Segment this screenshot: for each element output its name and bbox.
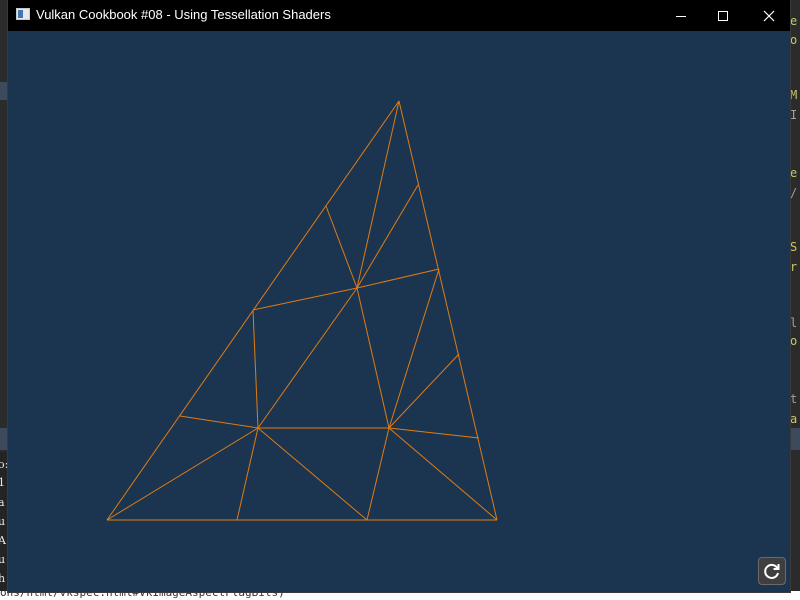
- background-status-text: ons/html/vkspec.html#VkImageAspectFlagBi…: [0, 591, 285, 599]
- background-editor-right: e o M I e / S r l o t a: [790, 0, 800, 600]
- background-text: t: [790, 392, 798, 406]
- background-text: /: [790, 186, 798, 200]
- background-text: l: [790, 316, 798, 330]
- wireframe-edge: [325, 205, 358, 289]
- wireframe-edge: [179, 415, 259, 429]
- background-text: S: [790, 240, 798, 254]
- background-highlight: [0, 82, 8, 100]
- background-text: r: [790, 260, 798, 274]
- wireframe-edge: [257, 287, 358, 429]
- maximize-button[interactable]: [700, 0, 746, 31]
- wireframe-edge: [356, 268, 440, 289]
- minimize-icon: [676, 15, 686, 17]
- background-highlight: [0, 428, 8, 450]
- wireframe-edge: [398, 100, 498, 521]
- wireframe-edge: [356, 287, 390, 429]
- background-text: I: [790, 108, 798, 122]
- wireframe-edge: [388, 427, 498, 521]
- wireframe-edge: [388, 268, 440, 429]
- background-text: o:: [0, 458, 8, 471]
- tessellated-triangle-wireframe: [106, 100, 498, 521]
- background-text: A: [0, 534, 6, 547]
- title-bar[interactable]: Vulkan Cookbook #08 - Using Tessellation…: [8, 0, 790, 31]
- app-window-icon: [16, 8, 30, 20]
- wireframe-edge: [366, 427, 390, 521]
- window-title: Vulkan Cookbook #08 - Using Tessellation…: [36, 7, 331, 22]
- background-status-bar: ons/html/vkspec.html#VkImageAspectFlagBi…: [0, 591, 800, 600]
- wireframe-edge: [356, 100, 400, 289]
- wireframe-edge: [388, 427, 480, 439]
- close-button[interactable]: [746, 0, 792, 31]
- background-text: u: [0, 515, 6, 528]
- refresh-icon: [764, 563, 780, 579]
- wireframe-edge: [106, 427, 259, 521]
- wireframe-edge: [236, 427, 259, 521]
- wireframe-edge: [252, 287, 358, 311]
- background-text: o: [790, 334, 798, 348]
- wireframe-edge: [252, 309, 259, 429]
- background-editor-left: o: 1 a u A u h: [0, 0, 8, 600]
- background-text: o: [790, 33, 798, 47]
- maximize-icon: [718, 10, 728, 21]
- background-text: e: [790, 166, 798, 180]
- render-viewport[interactable]: [8, 31, 790, 592]
- minimize-button[interactable]: [658, 0, 704, 31]
- background-text: h: [0, 572, 6, 585]
- wireframe-edge: [257, 427, 368, 521]
- wireframe-edge: [388, 353, 460, 429]
- background-text: a: [0, 496, 5, 509]
- background-text: M: [790, 88, 798, 102]
- background-text: a: [790, 412, 798, 426]
- refresh-button[interactable]: [758, 557, 786, 585]
- background-text: 1: [0, 476, 5, 489]
- close-icon: [763, 10, 775, 21]
- app-window: Vulkan Cookbook #08 - Using Tessellation…: [8, 0, 790, 592]
- wireframe-edge: [356, 184, 419, 289]
- background-text: u: [0, 553, 6, 566]
- background-highlight: [790, 428, 800, 450]
